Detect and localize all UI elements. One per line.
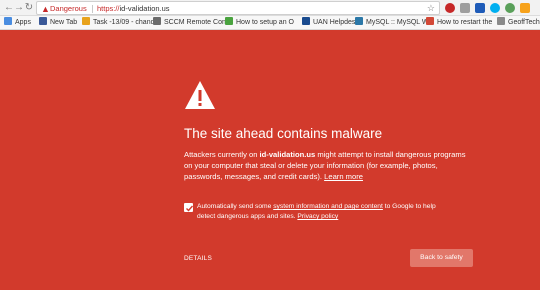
- extension-refresh-icon[interactable]: [505, 3, 515, 13]
- bookmark-new-tab[interactable]: New Tab: [39, 17, 77, 29]
- security-status[interactable]: Dangerous: [50, 2, 87, 15]
- bookmark-how-to-setup[interactable]: How to setup an O: [225, 17, 294, 29]
- warning-triangle-icon[interactable]: ▲: [41, 3, 50, 15]
- page-icon: [82, 17, 90, 25]
- apps-grid-icon: [4, 17, 12, 25]
- back-to-safety-button[interactable]: Back to safety: [410, 249, 473, 267]
- learn-more-link[interactable]: Learn more: [324, 172, 363, 181]
- extension-star-icon[interactable]: [520, 3, 530, 13]
- bookmark-task[interactable]: Task -13/09 - chandr: [82, 17, 157, 29]
- url-scheme: https://: [97, 4, 120, 13]
- checkmark-icon: [186, 205, 194, 212]
- send-report-text: Automatically send some system informati…: [197, 203, 436, 220]
- url-text[interactable]: https://id-validation.us: [97, 2, 170, 15]
- page-icon: [497, 17, 505, 25]
- bookmark-apps[interactable]: Apps: [4, 17, 31, 29]
- malicious-site-name: id-validation.us: [259, 150, 316, 159]
- page-icon: [355, 17, 363, 25]
- bookmark-sccm[interactable]: SCCM Remote Contr: [153, 17, 230, 29]
- browser-toolbar: ← → ↻ ▲ Dangerous https://id-validation.…: [0, 0, 540, 16]
- malware-description: Attackers currently on id-validation.us …: [184, 150, 466, 181]
- omnibox-divider: [92, 5, 93, 13]
- privacy-policy-link[interactable]: Privacy policy: [297, 213, 338, 220]
- bookmark-mysql[interactable]: MySQL :: MySQL Wo: [355, 17, 432, 29]
- bookmark-uan-helpdesk[interactable]: UAN Helpdesk: [302, 17, 359, 29]
- page-icon: [302, 17, 310, 25]
- warning-triangle-icon: [185, 81, 215, 109]
- system-info-link[interactable]: system information and page content: [273, 203, 383, 210]
- page-icon: [426, 17, 434, 25]
- bookmark-geofftech[interactable]: GeoffTech.c: [497, 17, 540, 29]
- details-link[interactable]: DETAILS: [184, 255, 212, 262]
- star-icon[interactable]: ☆: [427, 2, 435, 15]
- extension-grey-icon[interactable]: [460, 3, 470, 13]
- send-report-checkbox[interactable]: [184, 203, 194, 212]
- bookmark-how-to-restart[interactable]: How to restart the: [426, 17, 492, 29]
- address-bar[interactable]: ▲ Dangerous https://id-validation.us ☆: [36, 1, 440, 15]
- reload-icon[interactable]: ↻: [23, 2, 35, 14]
- extension-mail-icon[interactable]: [475, 3, 485, 13]
- page-icon: [225, 17, 233, 25]
- extension-red-icon[interactable]: [445, 3, 455, 13]
- url-host: id-validation.us: [119, 4, 170, 13]
- page-icon: [153, 17, 161, 25]
- page-icon: [39, 17, 47, 25]
- page-title: The site ahead contains malware: [184, 126, 383, 141]
- extension-skype-icon[interactable]: [490, 3, 500, 13]
- bookmarks-bar: Apps New Tab Task -13/09 - chandr SCCM R…: [0, 16, 540, 30]
